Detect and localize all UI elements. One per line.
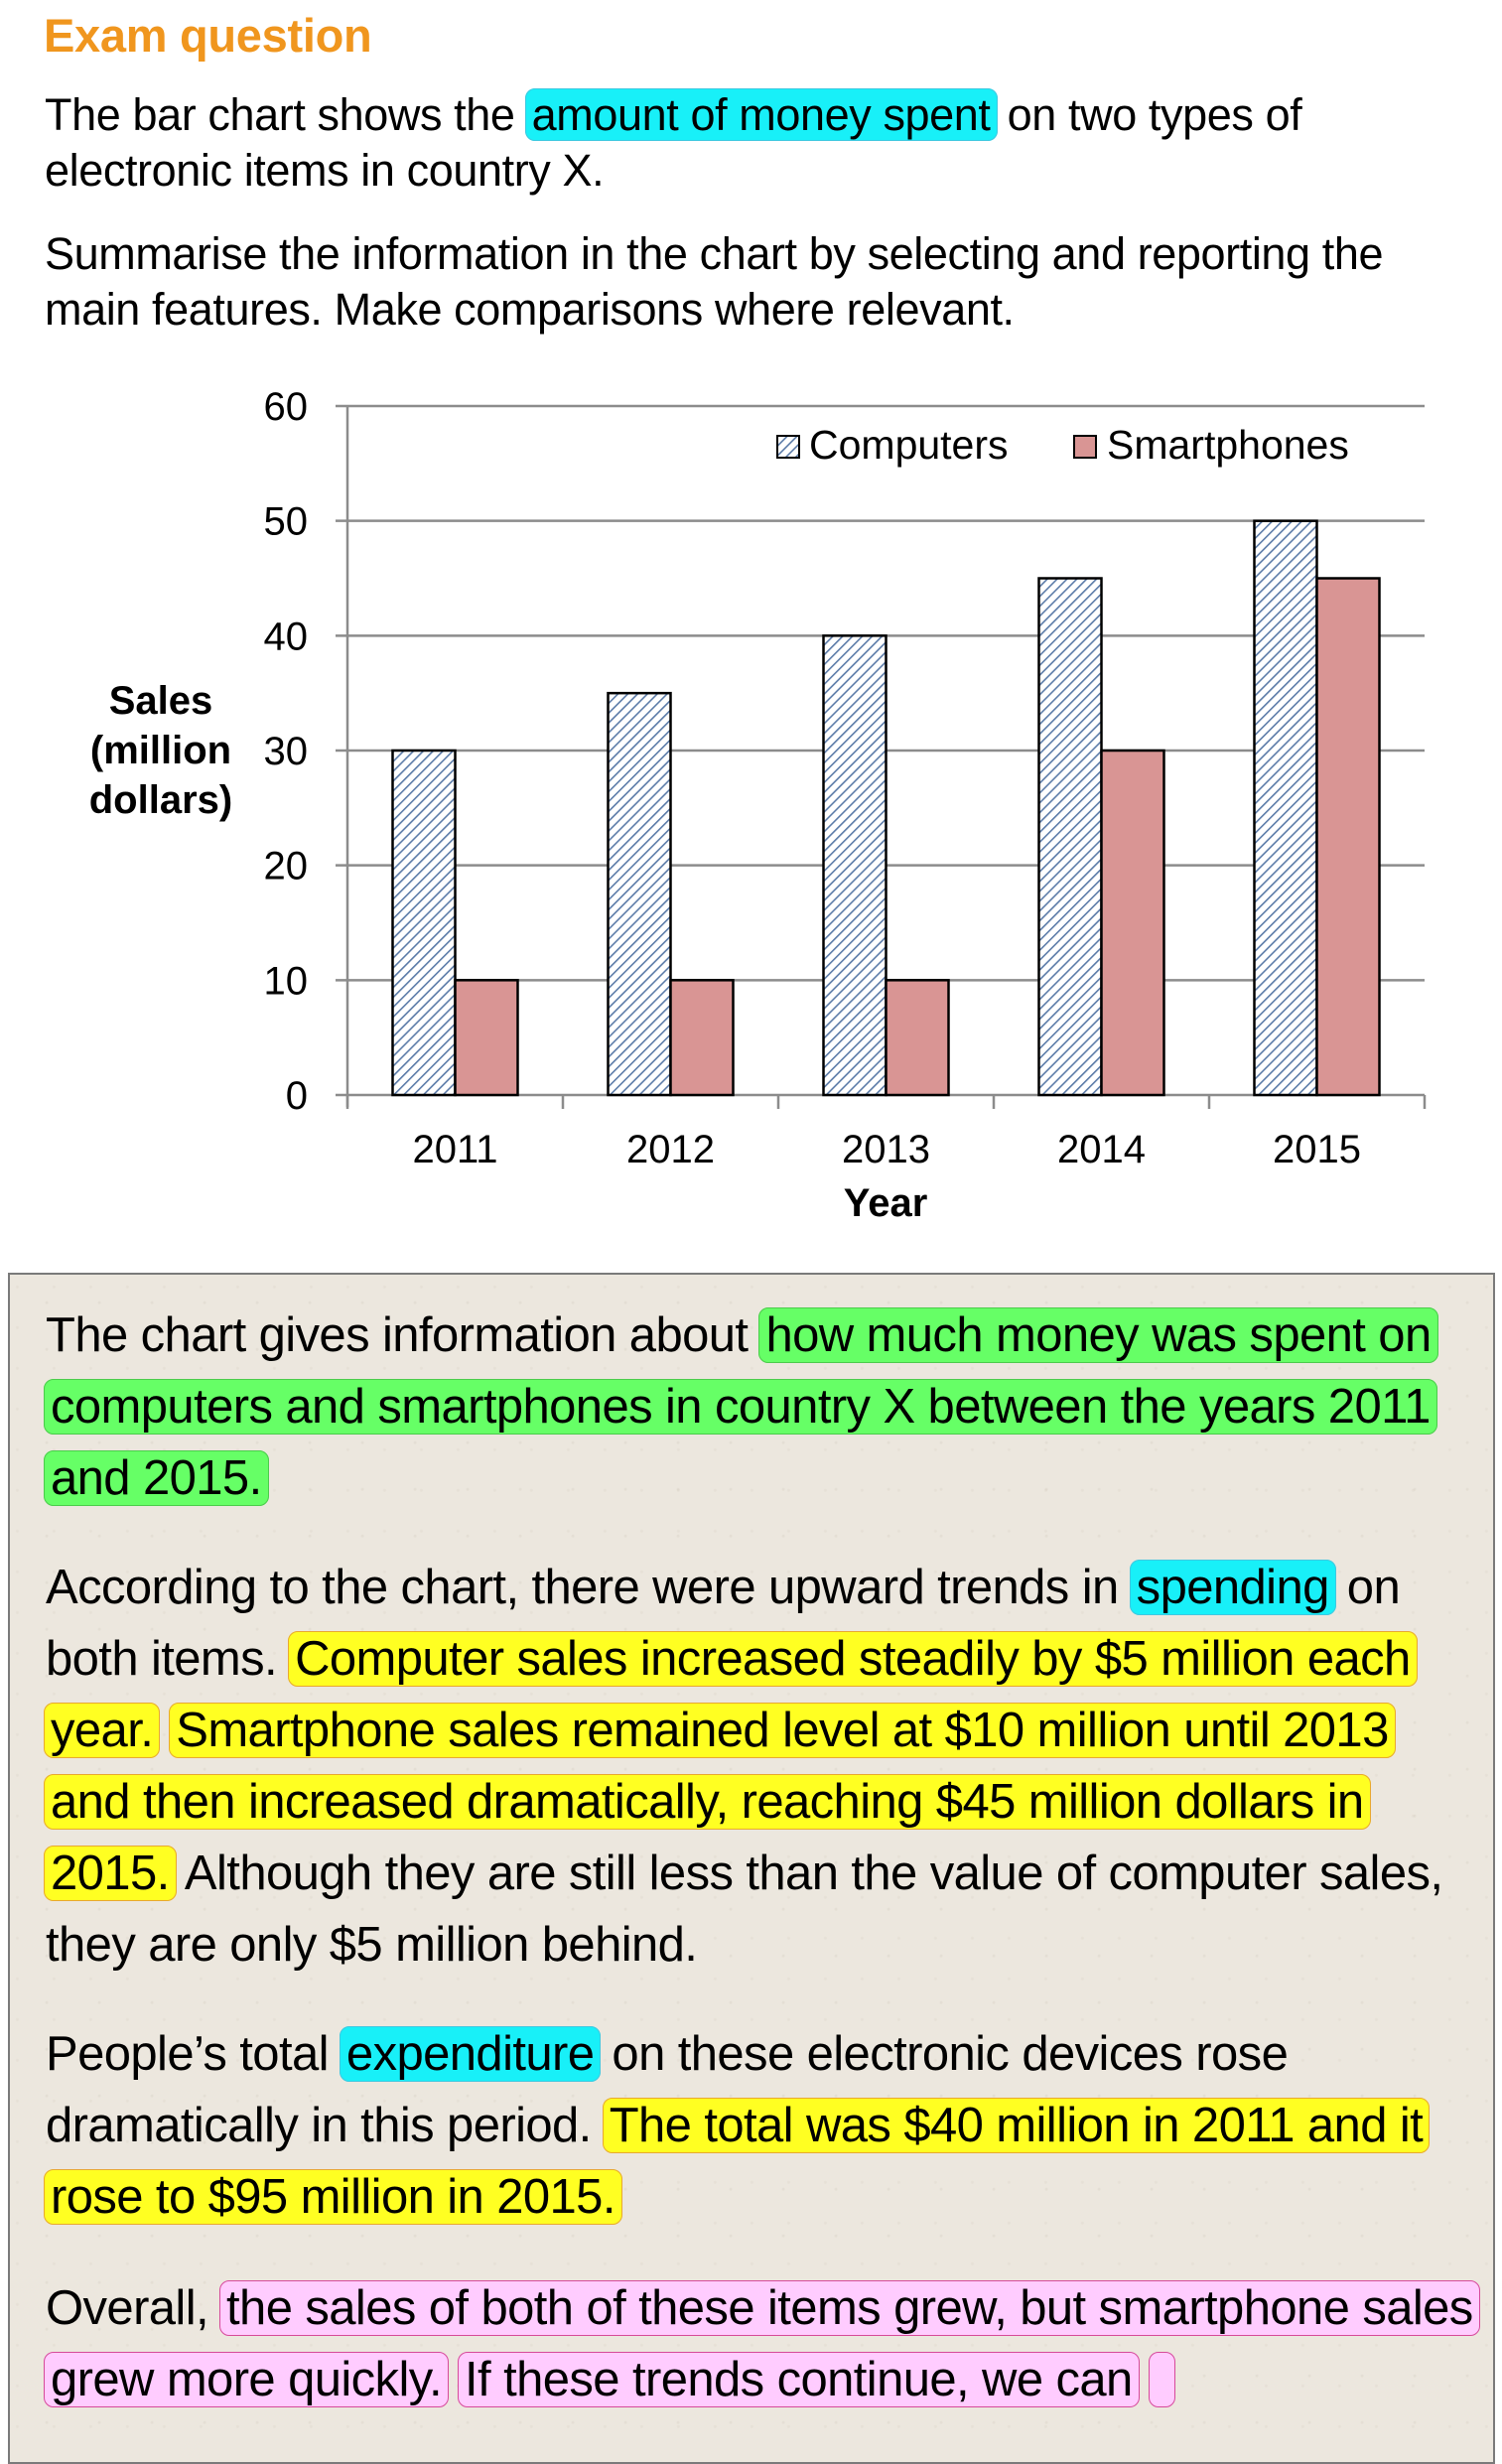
- highlight-pink: [1148, 2352, 1175, 2407]
- x-tick-label: 2012: [626, 1128, 715, 1171]
- question-paragraph-2: Summarise the information in the chart b…: [45, 228, 1384, 335]
- bar-computers-2015: [1253, 519, 1318, 1097]
- legend-swatch-smartphones: [1073, 435, 1097, 459]
- y-tick-label: 10: [264, 959, 309, 1003]
- x-tick-label: 2013: [842, 1128, 930, 1171]
- highlight-cyan: spending: [1129, 1560, 1336, 1615]
- bar-computers-2011: [391, 749, 457, 1097]
- y-tick-label: 60: [264, 385, 309, 429]
- x-tick-label: 2015: [1273, 1128, 1361, 1171]
- bar-computers-2012: [607, 691, 672, 1097]
- legend-swatch-computers: [776, 435, 800, 459]
- text-segment: People’s total: [46, 2027, 341, 2081]
- text-segment: Although they are still less than the va…: [46, 1847, 1443, 1972]
- y-axis-title-line-2: (million: [90, 729, 231, 772]
- text-segment: The chart gives information about: [46, 1308, 761, 1362]
- highlight-cyan: amount of money spent: [524, 88, 998, 141]
- answer-paragraph-4: Overall, the sales of both of these item…: [44, 2272, 1480, 2415]
- bar-smartphones-2013: [885, 979, 950, 1097]
- y-axis-title: Sales (million dollars): [89, 679, 232, 822]
- highlight-pink: If these trends continue, we can: [458, 2352, 1140, 2407]
- x-tick-label: 2011: [412, 1128, 497, 1171]
- bar-smartphones-2015: [1315, 577, 1381, 1097]
- text-segment: The bar chart shows the: [45, 89, 527, 140]
- bar-chart: 0 10 20 30 40 50 60 2011 2012 2013 2014 2015 Sales …: [89, 385, 1427, 1225]
- y-tick-label: 20: [264, 845, 309, 889]
- bar-smartphones-2014: [1100, 749, 1165, 1097]
- y-tick-label: 40: [264, 615, 309, 658]
- bar-computers-2014: [1037, 577, 1103, 1097]
- question-paragraph-1: The bar chart shows the amount of money …: [45, 87, 1474, 199]
- y-axis-title-line-1: Sales: [109, 679, 213, 723]
- answer-paragraph-1: The chart gives information about how mu…: [44, 1300, 1475, 1514]
- model-answer-panel: The chart gives information about how mu…: [8, 1273, 1495, 2464]
- y-tick-label: 0: [286, 1074, 308, 1118]
- answer-paragraph-3: People’s total expenditure on these elec…: [44, 2018, 1475, 2233]
- legend-label-computers: Computers: [809, 422, 1009, 468]
- y-axis-title-line-3: dollars): [89, 778, 232, 822]
- legend: Computers Smartphones: [776, 422, 1349, 468]
- bar-computers-2013: [822, 634, 888, 1097]
- x-axis-title: Year: [844, 1181, 928, 1225]
- answer-paragraph-2: According to the chart, there were upwar…: [44, 1552, 1475, 1981]
- legend-label-smartphones: Smartphones: [1107, 422, 1349, 468]
- page-title: Exam question: [44, 9, 372, 62]
- text-segment: According to the chart, there were upwar…: [46, 1561, 1132, 1614]
- bars: [391, 519, 1381, 1097]
- bar-smartphones-2012: [669, 979, 735, 1097]
- y-tick-label: 30: [264, 730, 309, 773]
- highlight-cyan: expenditure: [339, 2026, 602, 2082]
- text-segment: Overall,: [46, 2281, 222, 2335]
- y-tick-label: 50: [264, 500, 309, 544]
- x-tick-label: 2014: [1057, 1128, 1146, 1171]
- bar-smartphones-2011: [454, 979, 519, 1097]
